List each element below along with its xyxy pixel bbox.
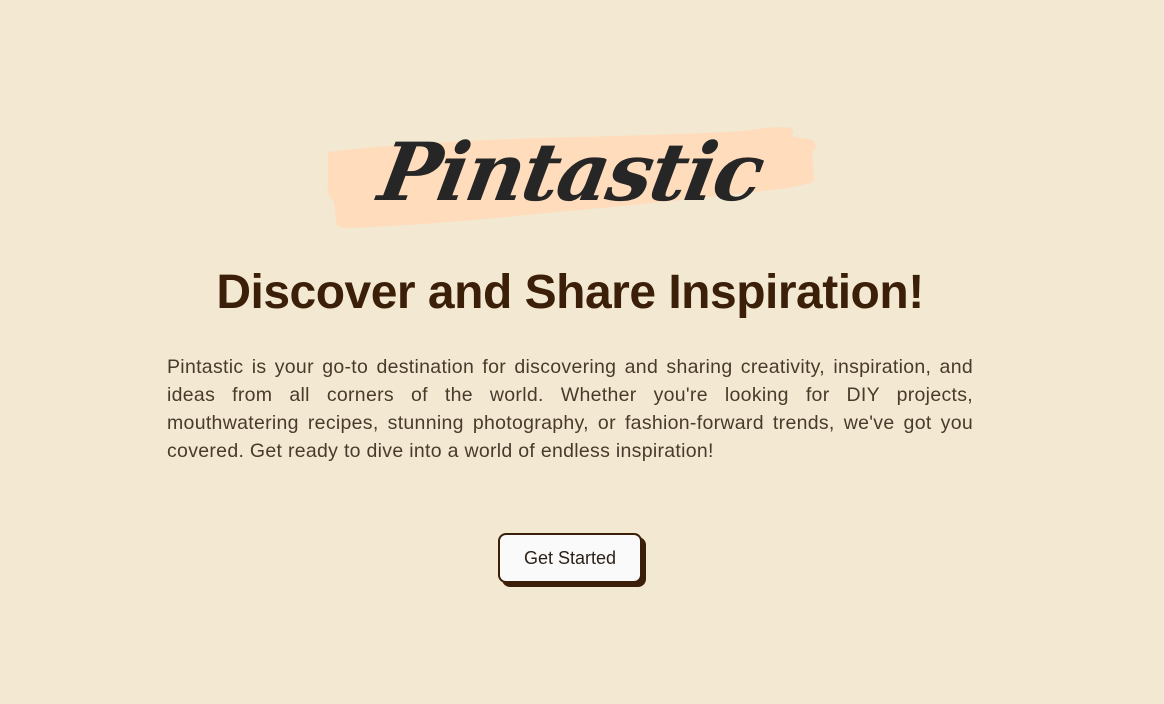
- hero-headline: Discover and Share Inspiration!: [216, 266, 924, 319]
- logo-wordmark: Pintastic: [372, 125, 770, 219]
- hero-description: Pintastic is your go-to destination for …: [167, 356, 973, 462]
- landing-page: Pintastic Discover and Share Inspiration…: [0, 0, 1164, 704]
- get-started-button[interactable]: Get Started: [498, 533, 642, 583]
- logo: Pintastic: [318, 118, 822, 238]
